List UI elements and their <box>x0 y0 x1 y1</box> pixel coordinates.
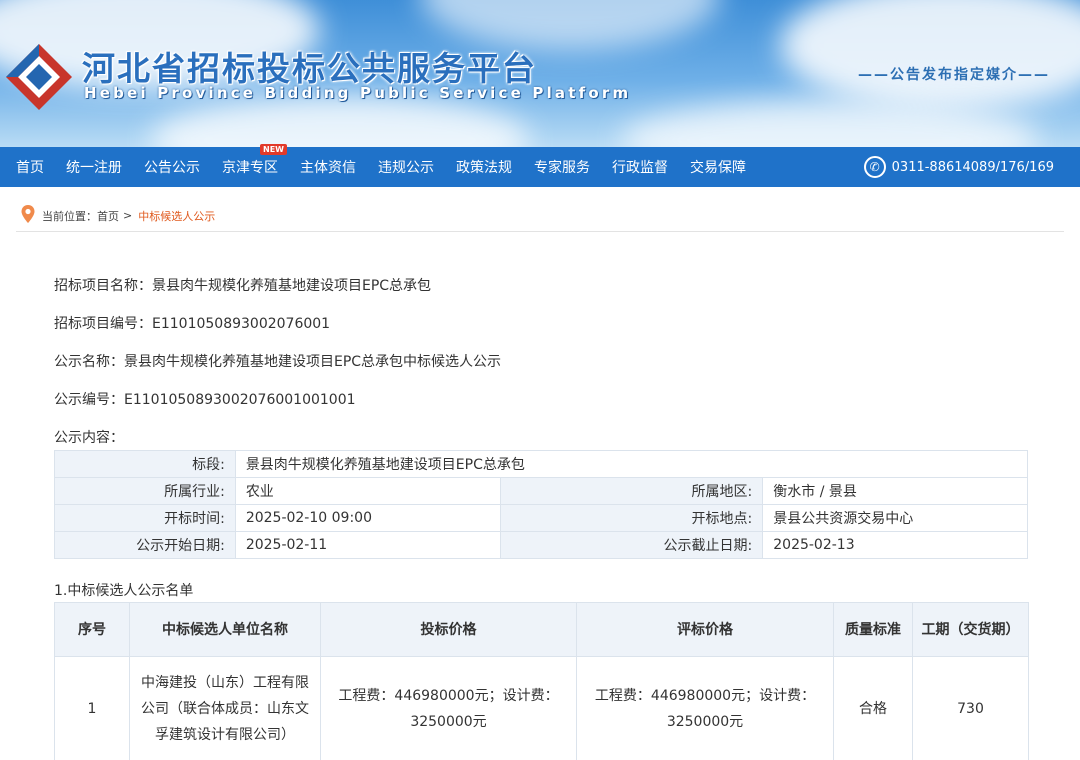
column-header-index: 序号 <box>54 602 130 657</box>
table-row: 开标时间: 2025-02-10 09:00 开标地点: 景县公共资源交易中心 <box>54 504 1028 532</box>
section-value: 景县肉牛规模化养殖基地建设项目EPC总承包 <box>234 450 1029 478</box>
section-label: 标段: <box>54 450 236 478</box>
open-place-label: 开标地点: <box>499 504 764 532</box>
notice-info-table: 标段: 景县肉牛规模化养殖基地建设项目EPC总承包 所属行业: 农业 所属地区:… <box>54 450 1029 559</box>
site-subtitle: Hebei Province Bidding Public Service Pl… <box>84 84 632 102</box>
column-header-bid-price: 投标价格 <box>320 602 577 657</box>
nav-item-announcements[interactable]: 公告公示 <box>133 147 211 187</box>
nav-item-expert-services[interactable]: 专家服务 <box>523 147 601 187</box>
project-name-field: 招标项目名称：景县肉牛规模化养殖基地建设项目EPC总承包 <box>54 278 432 294</box>
table-row: 公示开始日期: 2025-02-11 公示截止日期: 2025-02-13 <box>54 531 1028 559</box>
column-header-company: 中标候选人单位名称 <box>129 602 321 657</box>
cell-duration: 730 <box>912 656 1029 760</box>
table-row: 所属行业: 农业 所属地区: 衡水市 / 景县 <box>54 477 1028 505</box>
table-row: 标段: 景县肉牛规模化养殖基地建设项目EPC总承包 <box>54 450 1029 478</box>
cell-evaluated-price: 工程费：446980000元；设计费：3250000元 <box>576 656 834 760</box>
open-time-label: 开标时间: <box>54 504 236 532</box>
candidates-section-title: 1.中标候选人公示名单 <box>54 583 194 599</box>
nav-item-register[interactable]: 统一注册 <box>55 147 133 187</box>
region-label: 所属地区: <box>499 477 764 505</box>
breadcrumb-current: 中标候选人公示 <box>138 209 216 223</box>
column-header-quality: 质量标准 <box>833 602 913 657</box>
industry-value: 农业 <box>234 477 501 505</box>
location-pin-icon <box>21 204 35 223</box>
cell-bid-price: 工程费：446980000元；设计费：3250000元 <box>320 656 577 760</box>
column-header-duration: 工期（交货期） <box>912 602 1029 657</box>
breadcrumb-prefix: 当前位置： <box>42 209 97 223</box>
industry-label: 所属行业: <box>54 477 236 505</box>
breadcrumb-separator: > <box>123 209 133 222</box>
notice-content-label: 公示内容： <box>54 430 124 446</box>
nav-item-home[interactable]: 首页 <box>0 147 55 187</box>
new-badge: NEW <box>260 144 287 155</box>
end-date-label: 公示截止日期: <box>499 531 764 559</box>
notice-code-field: 公示编号：E1101050893002076001001001 <box>54 392 356 408</box>
column-header-evaluated-price: 评标价格 <box>576 602 834 657</box>
nav-item-supervision[interactable]: 行政监督 <box>601 147 679 187</box>
notice-name-field: 公示名称：景县肉牛规模化养殖基地建设项目EPC总承包中标候选人公示 <box>54 354 502 370</box>
region-value: 衡水市 / 景县 <box>762 477 1028 505</box>
header-banner: 河北省招标投标公共服务平台 Hebei Province Bidding Pub… <box>0 0 1080 147</box>
nav-item-entity-credit[interactable]: 主体资信 <box>289 147 367 187</box>
start-date-label: 公示开始日期: <box>54 531 236 559</box>
end-date-value: 2025-02-13 <box>762 531 1028 559</box>
platform-logo-icon[interactable] <box>4 42 74 112</box>
cell-index: 1 <box>54 656 130 760</box>
site-title: 河北省招标投标公共服务平台 <box>82 49 537 88</box>
cell-company: 中海建投（山东）工程有限公司（联合体成员：山东文孚建筑设计有限公司） <box>129 656 321 760</box>
main-nav: 首页 统一注册 公告公示 京津专区 NEW 主体资信 违规公示 政策法规 专家服… <box>0 144 1080 187</box>
breadcrumb-home-link[interactable]: 首页 <box>97 208 119 224</box>
nav-item-trade-assurance[interactable]: 交易保障 <box>679 147 757 187</box>
breadcrumb: 当前位置： 首页 > 中标候选人公示 <box>16 200 1064 232</box>
project-code-field: 招标项目编号：E1101050893002076001 <box>54 316 331 332</box>
table-row: 1 中海建投（山东）工程有限公司（联合体成员：山东文孚建筑设计有限公司） 工程费… <box>54 656 1029 760</box>
nav-item-violations[interactable]: 违规公示 <box>367 147 445 187</box>
cell-quality: 合格 <box>833 656 913 760</box>
open-time-value: 2025-02-10 09:00 <box>234 504 501 532</box>
nav-item-policies[interactable]: 政策法规 <box>445 147 523 187</box>
start-date-value: 2025-02-11 <box>234 531 501 559</box>
table-header-row: 序号 中标候选人单位名称 投标价格 评标价格 质量标准 工期（交货期） <box>54 602 1029 657</box>
open-place-value: 景县公共资源交易中心 <box>762 504 1028 532</box>
hotline-number: 0311-88614089/176/169 <box>891 159 1054 175</box>
hotline: ✆ 0311-88614089/176/169 <box>863 147 1054 187</box>
candidates-table: 序号 中标候选人单位名称 投标价格 评标价格 质量标准 工期（交货期） 1 中海… <box>54 602 1029 760</box>
nav-item-beijing-tianjin-zone[interactable]: 京津专区 NEW <box>211 144 289 187</box>
phone-icon: ✆ <box>863 156 886 178</box>
header-slogan: ——公告发布指定媒介—— <box>858 67 1050 83</box>
